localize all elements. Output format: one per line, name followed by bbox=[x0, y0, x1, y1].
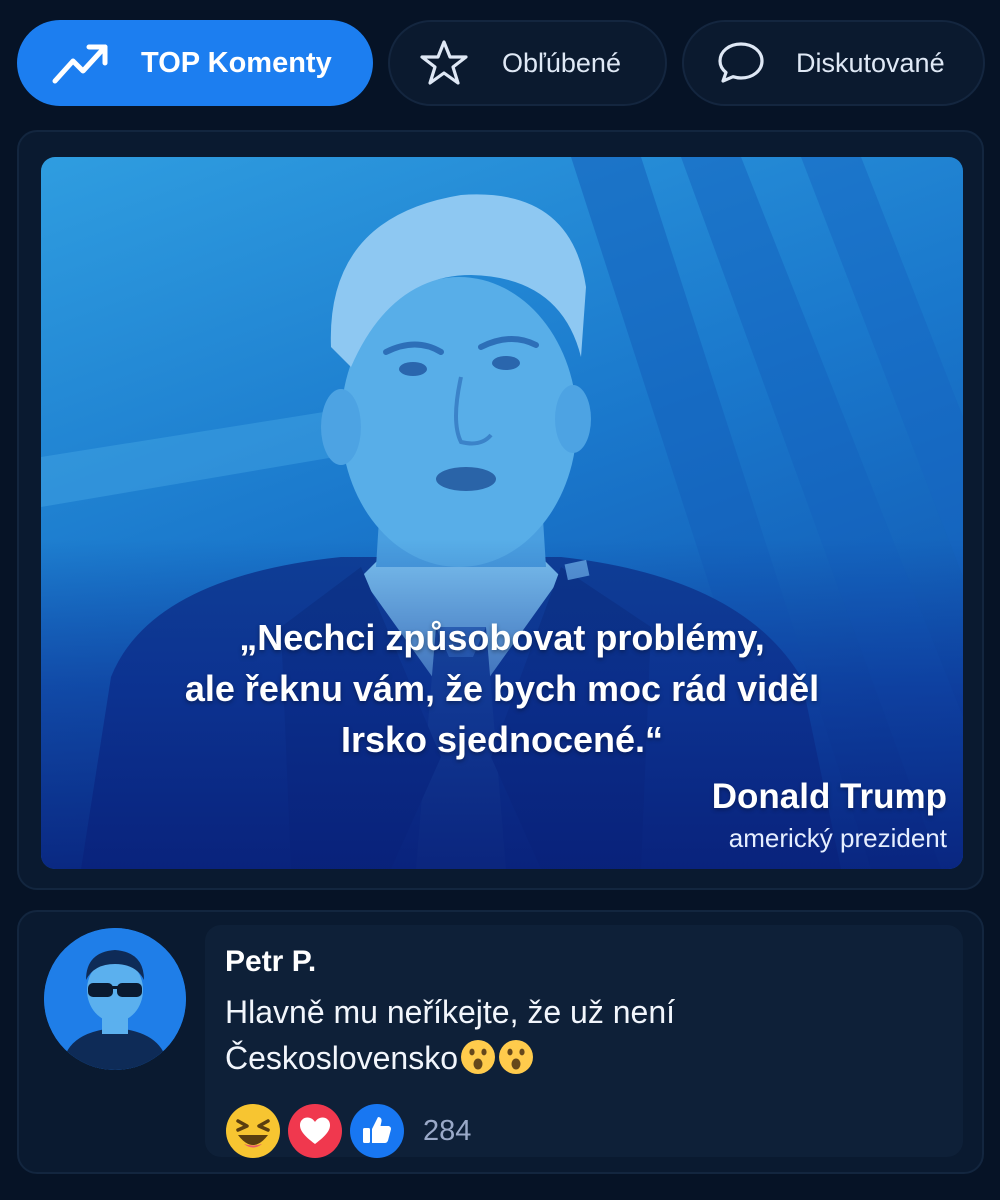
astonished-emoji-icon bbox=[499, 1040, 533, 1074]
reaction-count: 284 bbox=[423, 1114, 472, 1147]
tab-label: Obľúbené bbox=[502, 47, 621, 78]
tab-label: Diskutované bbox=[796, 47, 945, 78]
comment-bubble: Petr P. Hlavně mu neříkejte, že už není … bbox=[205, 925, 963, 1159]
quote-author: Donald Trump bbox=[711, 777, 947, 816]
comment-user-name[interactable]: Petr P. bbox=[225, 945, 316, 979]
tab-label: TOP Komenty bbox=[141, 46, 332, 79]
quote-line: Irsko sjednocené.“ bbox=[340, 719, 664, 760]
tab-oblubene[interactable]: Obľúbené bbox=[388, 20, 667, 106]
comment-card: Petr P. Hlavně mu neříkejte, že už není … bbox=[17, 910, 984, 1174]
speech-bubble-icon bbox=[714, 40, 768, 86]
post-card: „Nechci způsobovat problémy, ale řeknu v… bbox=[17, 130, 984, 890]
comment-text: Hlavně mu neříkejte, že už není Českoslo… bbox=[225, 989, 925, 1081]
tab-top-komenty[interactable]: TOP Komenty bbox=[17, 20, 373, 106]
thumbs-up-icon bbox=[349, 1103, 405, 1159]
comment-text-line: Československo bbox=[225, 1040, 458, 1076]
user-avatar-icon bbox=[44, 928, 186, 1070]
quote-text: „Nechci způsobovat problémy, ale řeknu v… bbox=[41, 612, 963, 765]
comment-text-line: Hlavně mu neříkejte, že už není bbox=[225, 994, 676, 1030]
avatar[interactable] bbox=[44, 928, 186, 1070]
tab-diskutovane[interactable]: Diskutované bbox=[682, 20, 985, 106]
portrait-photo[interactable]: „Nechci způsobovat problémy, ale řeknu v… bbox=[41, 157, 963, 869]
quote-line: ale řeknu vám, že bych moc rád viděl bbox=[184, 668, 820, 709]
quote-author-role: americký prezident bbox=[728, 823, 947, 853]
trending-up-icon bbox=[49, 41, 113, 85]
star-icon bbox=[416, 39, 472, 87]
astonished-emoji-icon bbox=[461, 1040, 495, 1074]
quote-line: „Nechci způsobovat problémy, bbox=[239, 617, 765, 658]
heart-icon bbox=[287, 1103, 343, 1159]
laughing-icon bbox=[225, 1103, 281, 1159]
reactions-bar[interactable]: 284 bbox=[225, 1103, 471, 1159]
